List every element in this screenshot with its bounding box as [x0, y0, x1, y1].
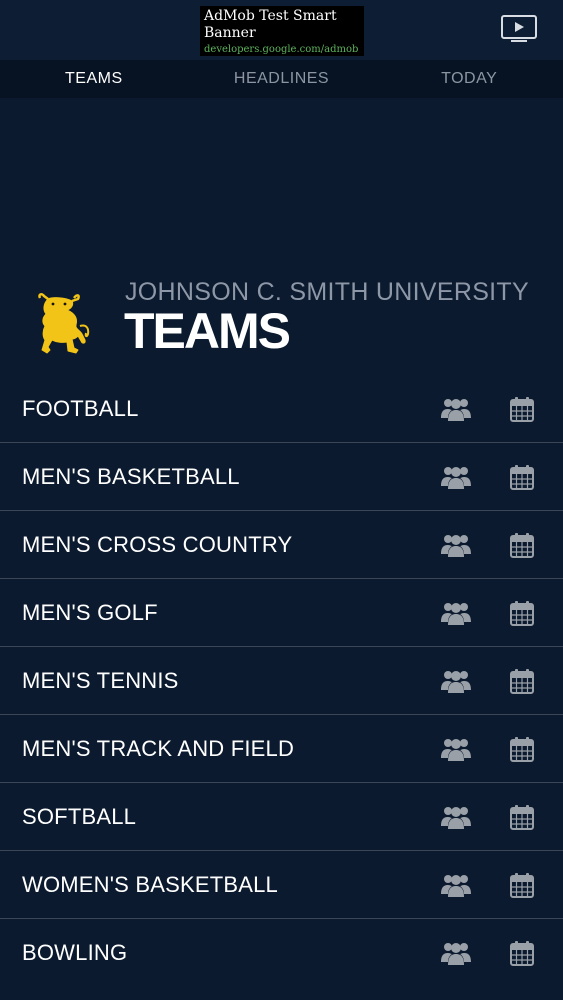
team-row[interactable]: MEN'S TENNIS — [0, 647, 563, 715]
roster-group-icon[interactable] — [441, 396, 471, 422]
team-row[interactable]: BOWLING — [0, 919, 563, 987]
tab-teams[interactable]: TEAMS — [0, 60, 188, 98]
top-bar: AdMob Test Smart Banner developers.googl… — [0, 0, 563, 60]
team-name[interactable]: MEN'S TENNIS — [22, 647, 179, 714]
schedule-calendar-icon[interactable] — [509, 532, 535, 558]
team-name[interactable]: FOOTBALL — [22, 375, 139, 442]
team-row[interactable]: MEN'S BASKETBALL — [0, 443, 563, 511]
roster-group-icon[interactable] — [441, 600, 471, 626]
roster-group-icon[interactable] — [441, 804, 471, 830]
schedule-calendar-icon[interactable] — [509, 940, 535, 966]
team-name[interactable]: SOFTBALL — [22, 783, 136, 850]
ad-banner[interactable]: AdMob Test Smart Banner developers.googl… — [200, 6, 364, 56]
team-name[interactable]: MEN'S TRACK AND FIELD — [22, 715, 294, 782]
schedule-calendar-icon[interactable] — [509, 668, 535, 694]
tv-play-icon[interactable] — [500, 14, 538, 44]
team-row[interactable]: MEN'S GOLF — [0, 579, 563, 647]
team-name[interactable]: BOWLING — [22, 919, 127, 986]
team-name[interactable]: MEN'S BASKETBALL — [22, 443, 240, 510]
roster-group-icon[interactable] — [441, 464, 471, 490]
team-row[interactable]: SOFTBALL — [0, 783, 563, 851]
tab-headlines[interactable]: HEADLINES — [188, 60, 376, 98]
team-row[interactable]: MEN'S TRACK AND FIELD — [0, 715, 563, 783]
schedule-calendar-icon[interactable] — [509, 464, 535, 490]
teams-banner: JOHNSON C. SMITH UNIVERSITY TEAMS — [0, 260, 563, 370]
golden-bull-logo — [34, 292, 92, 354]
ad-url: developers.google.com/admob — [204, 44, 359, 55]
schedule-calendar-icon[interactable] — [509, 736, 535, 762]
schedule-calendar-icon[interactable] — [509, 600, 535, 626]
team-row[interactable]: FOOTBALL — [0, 375, 563, 443]
roster-group-icon[interactable] — [441, 668, 471, 694]
tab-today[interactable]: TODAY — [375, 60, 563, 98]
schedule-calendar-icon[interactable] — [509, 872, 535, 898]
roster-group-icon[interactable] — [441, 940, 471, 966]
tab-bar: TEAMS HEADLINES TODAY — [0, 60, 563, 98]
team-list: FOOTBALL MEN'S BASKETBALL MEN'S CROSS CO… — [0, 375, 563, 987]
schedule-calendar-icon[interactable] — [509, 396, 535, 422]
schedule-calendar-icon[interactable] — [509, 804, 535, 830]
roster-group-icon[interactable] — [441, 872, 471, 898]
ad-title: AdMob Test Smart Banner — [204, 8, 337, 41]
roster-group-icon[interactable] — [441, 532, 471, 558]
team-name[interactable]: MEN'S GOLF — [22, 579, 158, 646]
team-name[interactable]: MEN'S CROSS COUNTRY — [22, 511, 292, 578]
team-row[interactable]: WOMEN'S BASKETBALL — [0, 851, 563, 919]
page-title: TEAMS — [124, 303, 291, 359]
team-name[interactable]: WOMEN'S BASKETBALL — [22, 851, 278, 918]
roster-group-icon[interactable] — [441, 736, 471, 762]
team-row[interactable]: MEN'S CROSS COUNTRY — [0, 511, 563, 579]
